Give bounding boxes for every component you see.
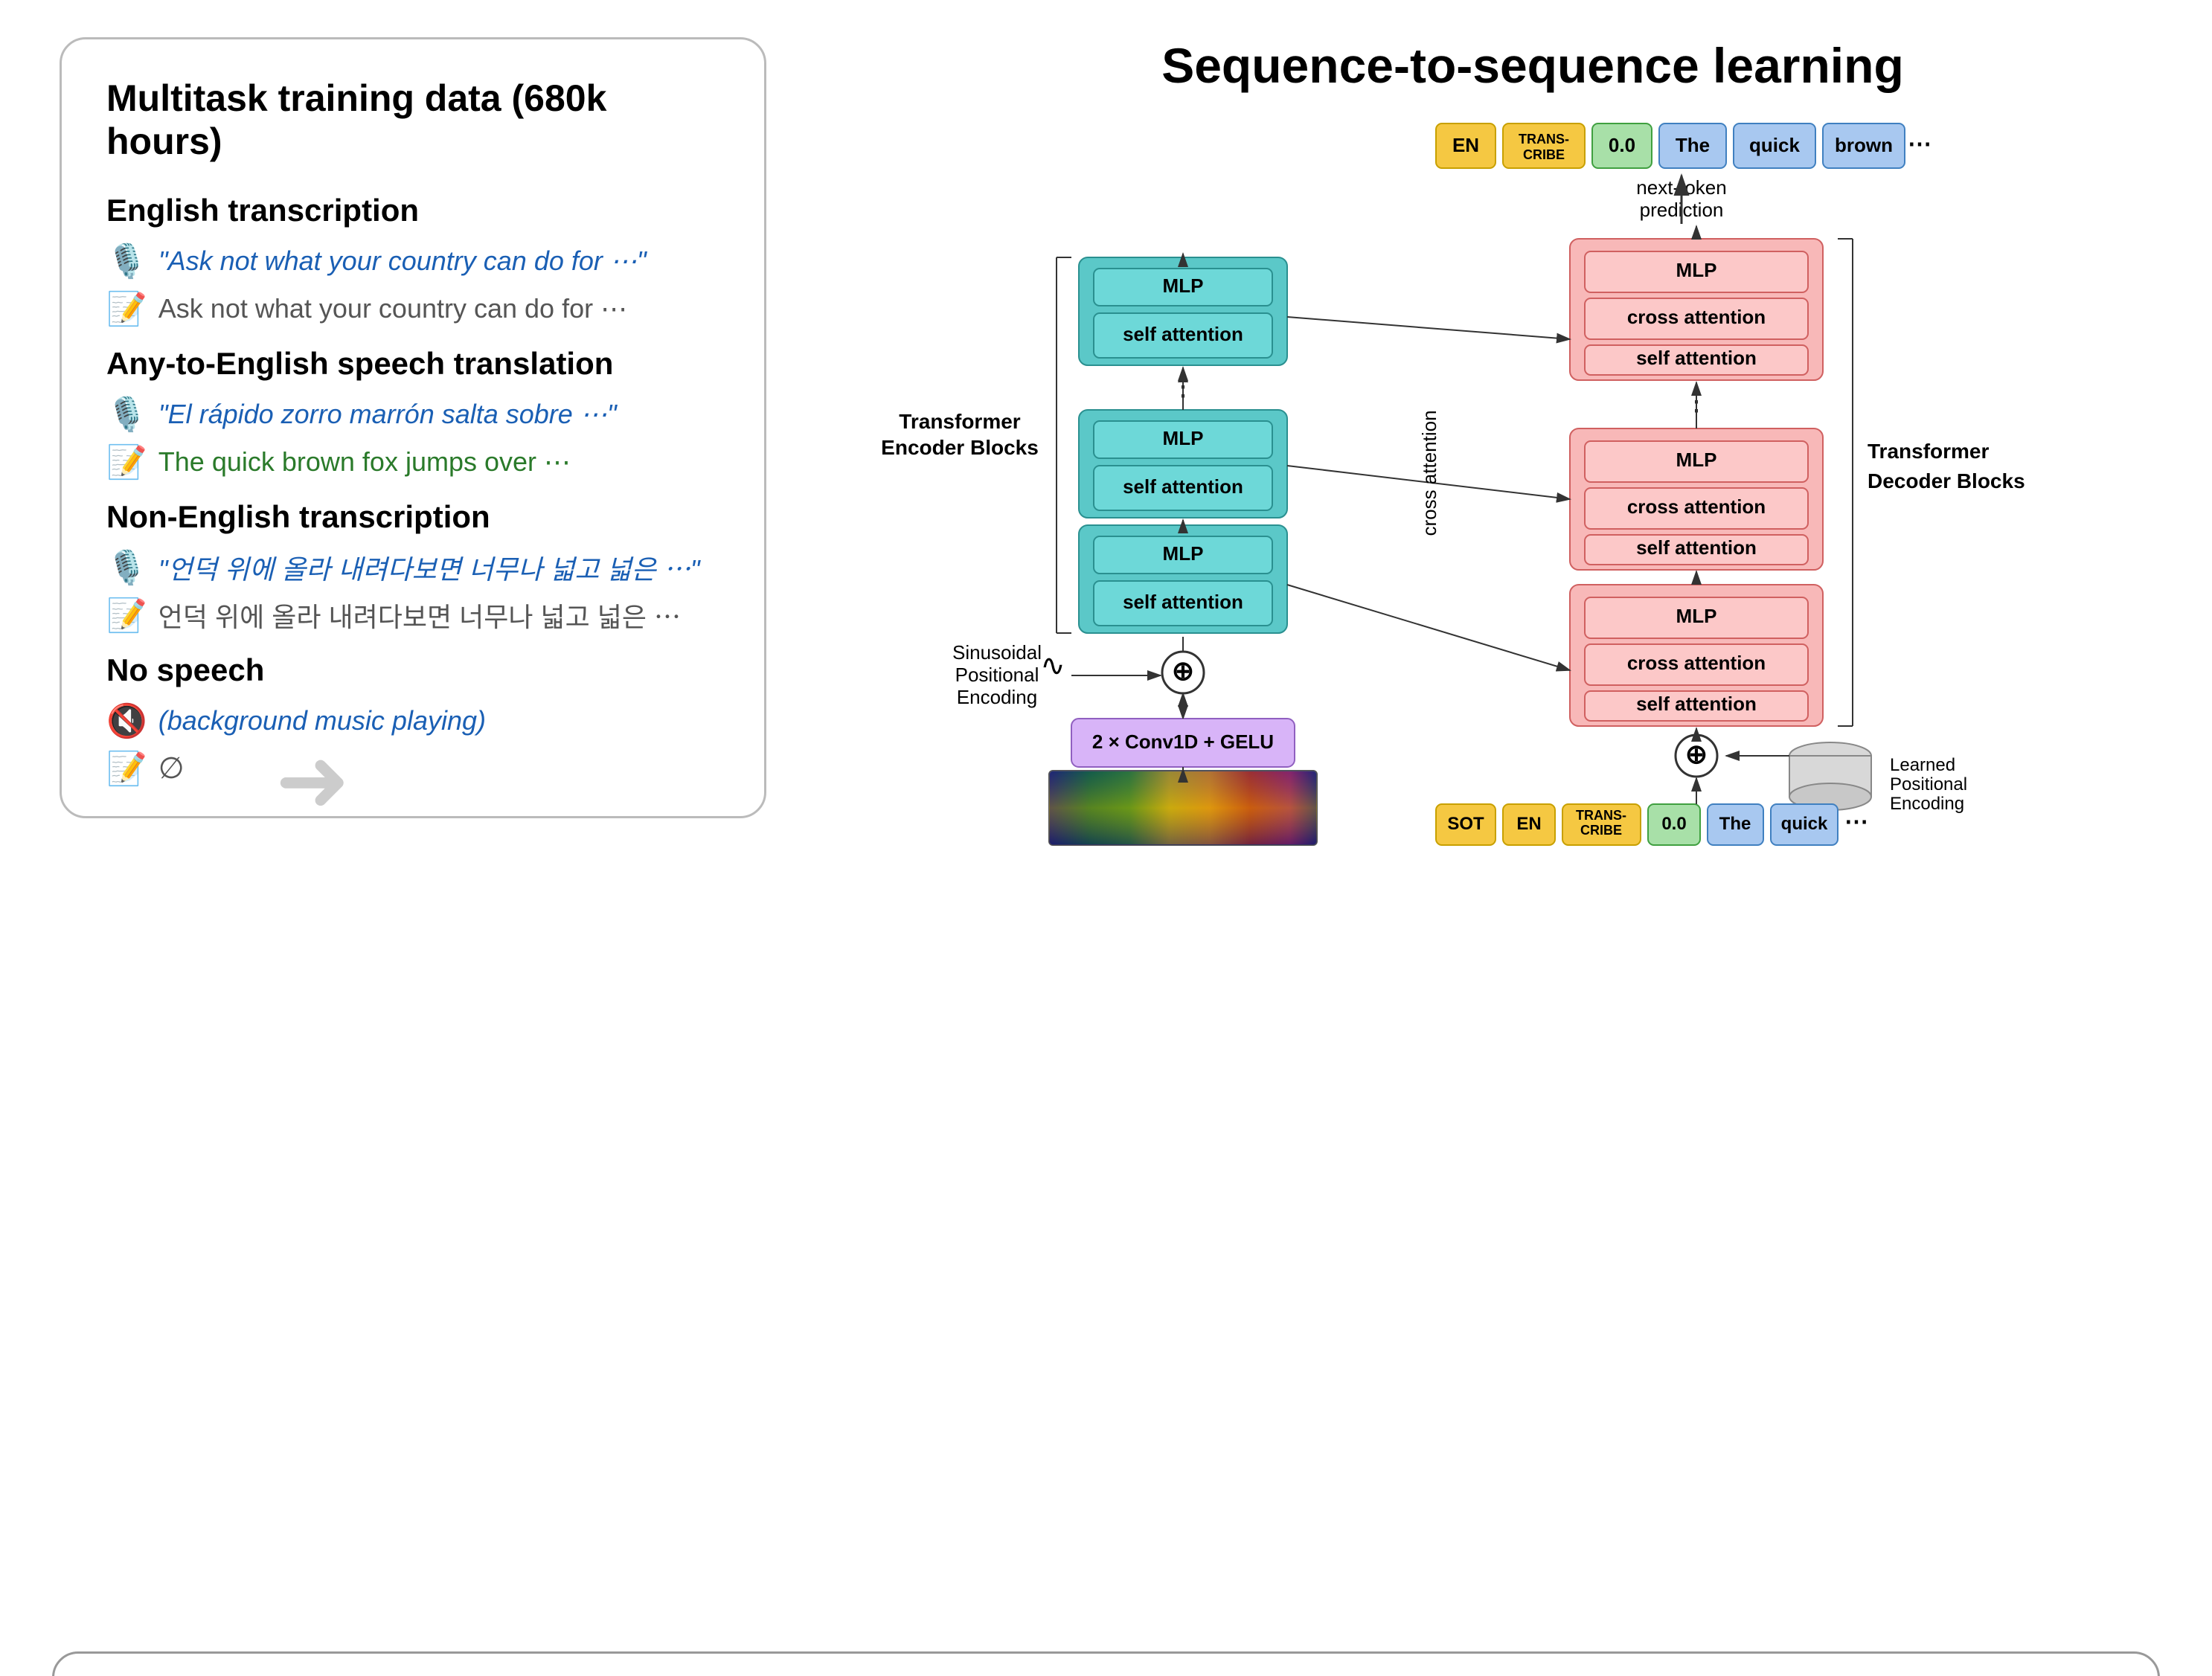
svg-text:self attention: self attention bbox=[1636, 536, 1757, 559]
svg-text:MLP: MLP bbox=[1163, 427, 1204, 449]
svg-text:0.0: 0.0 bbox=[1609, 134, 1635, 156]
svg-text:cross attention: cross attention bbox=[1627, 495, 1766, 518]
english-transcript-text: Ask not what your country can do for ⋯ bbox=[158, 293, 627, 324]
no-speech-title: No speech bbox=[106, 652, 719, 688]
section-non-english: Non-English transcription 🎙️ "언덕 위에 올라 내… bbox=[106, 499, 719, 635]
translation-title: Any-to-English speech translation bbox=[106, 346, 719, 382]
english-audio-text: "Ask not what your country can do for ⋯" bbox=[158, 245, 647, 277]
svg-text:Encoder Blocks: Encoder Blocks bbox=[881, 436, 1039, 459]
architecture-diagram: EN TRANS- CRIBE 0.0 The quick brown ⋯ bbox=[826, 109, 2212, 853]
svg-text:self attention: self attention bbox=[1636, 347, 1757, 369]
korean-audio-text: "언덕 위에 올라 내려다보면 너무나 넓고 넓은 ⋯" bbox=[158, 548, 700, 587]
svg-text:Transformer: Transformer bbox=[899, 410, 1020, 433]
bottom-section: Multitask training format PRE bbox=[52, 1651, 2160, 1676]
svg-text:Decoder Blocks: Decoder Blocks bbox=[1868, 469, 2025, 492]
svg-text:self attention: self attention bbox=[1123, 591, 1243, 613]
svg-text:cross attention: cross attention bbox=[1627, 306, 1766, 328]
multitask-title: Multitask training data (680k hours) bbox=[106, 77, 719, 163]
svg-text:Learned: Learned bbox=[1890, 755, 1955, 775]
english-title: English transcription bbox=[106, 193, 719, 228]
svg-text:2 × Conv1D + GELU: 2 × Conv1D + GELU bbox=[1092, 731, 1274, 753]
section-arrow: ➜ bbox=[275, 729, 350, 832]
svg-text:self attention: self attention bbox=[1123, 475, 1243, 498]
svg-text:brown: brown bbox=[1835, 134, 1893, 156]
svg-text:MLP: MLP bbox=[1676, 259, 1717, 281]
svg-text:Sinusoidal: Sinusoidal bbox=[952, 641, 1042, 664]
svg-text:CRIBE: CRIBE bbox=[1580, 823, 1622, 838]
svg-text:MLP: MLP bbox=[1676, 605, 1717, 627]
left-panel: Multitask training data (680k hours) Eng… bbox=[60, 37, 766, 818]
svg-text:MLP: MLP bbox=[1163, 274, 1204, 297]
svg-text:∿: ∿ bbox=[1040, 649, 1065, 682]
svg-text:self attention: self attention bbox=[1123, 323, 1243, 345]
svg-text:EN: EN bbox=[1452, 134, 1479, 156]
svg-text:cross attention: cross attention bbox=[1627, 652, 1766, 674]
svg-text:cross attention: cross attention bbox=[1418, 410, 1440, 536]
svg-text:⊕: ⊕ bbox=[1685, 739, 1708, 769]
section-english: English transcription 🎙️ "Ask not what y… bbox=[106, 193, 719, 328]
right-panel: Sequence-to-sequence learning EN TRANS- … bbox=[826, 37, 2212, 818]
svg-text:Positional: Positional bbox=[955, 664, 1039, 686]
svg-text:The: The bbox=[1676, 134, 1710, 156]
svg-text:TRANS-: TRANS- bbox=[1519, 132, 1569, 147]
svg-text:TRANS-: TRANS- bbox=[1576, 808, 1626, 823]
svg-text:self attention: self attention bbox=[1636, 693, 1757, 715]
svg-text:⋯: ⋯ bbox=[1844, 808, 1868, 835]
svg-text:CRIBE: CRIBE bbox=[1523, 147, 1565, 162]
english-translation-text: The quick brown fox jumps over ⋯ bbox=[158, 446, 571, 478]
svg-text:The: The bbox=[1719, 814, 1751, 834]
svg-text:SOT: SOT bbox=[1447, 814, 1484, 834]
seq2seq-title: Sequence-to-sequence learning bbox=[826, 37, 2212, 94]
non-english-title: Non-English transcription bbox=[106, 499, 719, 535]
svg-text:Transformer: Transformer bbox=[1868, 440, 1989, 463]
svg-text:MLP: MLP bbox=[1676, 449, 1717, 471]
svg-text:quick: quick bbox=[1781, 814, 1828, 834]
svg-text:quick: quick bbox=[1749, 134, 1800, 156]
svg-text:⊕: ⊕ bbox=[1172, 655, 1194, 686]
section-no-speech: No speech 🔇 (background music playing) 📝… bbox=[106, 652, 719, 788]
spanish-audio-text: "El rápido zorro marrón salta sobre ⋯" bbox=[158, 399, 617, 430]
no-speech-empty: ∅ bbox=[158, 751, 185, 786]
svg-text:Encoding: Encoding bbox=[1890, 794, 1964, 814]
svg-text:Tokens in Multitask Training F: Tokens in Multitask Training Format bbox=[1493, 850, 1798, 853]
section-translation: Any-to-English speech translation 🎙️ "El… bbox=[106, 346, 719, 481]
svg-text:MLP: MLP bbox=[1163, 542, 1204, 565]
korean-transcript-text: 언덕 위에 올라 내려다보면 너무나 넓고 넓은 ⋯ bbox=[158, 596, 681, 635]
svg-text:Log-Mel Spectrogram: Log-Mel Spectrogram bbox=[1090, 850, 1276, 853]
svg-text:Positional: Positional bbox=[1890, 774, 1967, 794]
svg-text:Encoding: Encoding bbox=[957, 686, 1037, 708]
svg-text:EN: EN bbox=[1516, 814, 1541, 834]
svg-text:⋯: ⋯ bbox=[1908, 130, 1932, 157]
svg-text:0.0: 0.0 bbox=[1661, 814, 1686, 834]
